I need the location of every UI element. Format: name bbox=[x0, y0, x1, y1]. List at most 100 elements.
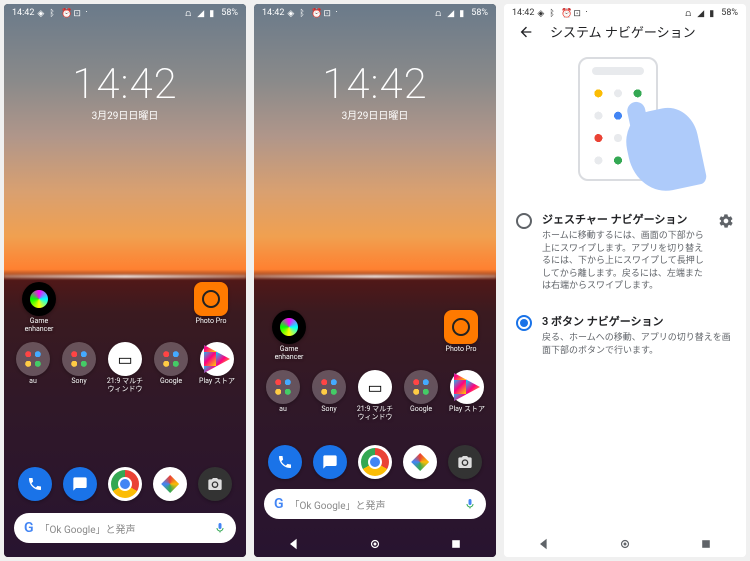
battery-pct: 58% bbox=[721, 8, 738, 18]
folder-icon bbox=[16, 342, 50, 376]
app-label: 21:9 マルチウィンドウ bbox=[354, 406, 396, 421]
phone-settings: 14:42 ◈ ᛒ ⏰ ⊡ · ⩍ ◢ ▮ 58% システム ナビゲーション bbox=[504, 4, 746, 557]
app-label: 21:9 マルチウィンドウ bbox=[104, 378, 146, 393]
photo-pro-icon bbox=[194, 282, 228, 316]
app-multiwindow[interactable]: ▭ 21:9 マルチウィンドウ bbox=[104, 342, 146, 393]
status-bar: 14:42 ◈ ᛒ ⏰ ⊡ · ⩍ ◢ ▮ 58% bbox=[4, 4, 246, 22]
dock bbox=[254, 445, 496, 479]
back-icon[interactable] bbox=[518, 24, 534, 40]
nav-back[interactable] bbox=[537, 536, 551, 550]
gear-icon[interactable] bbox=[718, 213, 734, 229]
clock-date: 3月29日日曜日 bbox=[254, 107, 496, 122]
app-play-store[interactable]: Play ストア bbox=[446, 370, 488, 421]
option-title: ジェスチャー ナビゲーション bbox=[542, 211, 708, 227]
app-multiwindow[interactable]: ▭21:9 マルチウィンドウ bbox=[354, 370, 396, 421]
play-icon bbox=[200, 342, 234, 376]
alarm-icon: ⏰ bbox=[561, 9, 570, 18]
folder-icon bbox=[266, 370, 300, 404]
vowifi-icon: ⩍ bbox=[435, 9, 444, 18]
multiwindow-icon: ▭ bbox=[108, 342, 142, 376]
illustration bbox=[550, 57, 700, 187]
status-time: 14:42 bbox=[12, 8, 34, 18]
option-desc: 戻る、ホームへの移動、アプリの切り替えを画面下部のボタンで行います。 bbox=[542, 332, 734, 357]
nav-home[interactable] bbox=[618, 536, 632, 550]
google-search-bar[interactable]: G 「Ok Google」と発声 bbox=[264, 489, 486, 519]
phone-home-3button: 14:42 ◈ ᛒ ⏰ ⊡ · ⩍ ◢ ▮ 58% 14:42 3月29日日曜日… bbox=[254, 4, 496, 557]
app-label: Sony bbox=[71, 378, 86, 386]
app-label: Photo Pro bbox=[446, 346, 477, 354]
dock-chrome[interactable] bbox=[108, 467, 142, 501]
folder-icon bbox=[62, 342, 96, 376]
folder-au[interactable]: au bbox=[262, 370, 304, 421]
nav-home[interactable] bbox=[368, 536, 382, 550]
radio-checked[interactable] bbox=[516, 315, 532, 331]
dock-photos[interactable] bbox=[403, 445, 437, 479]
nav-back[interactable] bbox=[287, 536, 301, 550]
app-label: Play ストア bbox=[199, 378, 235, 386]
google-logo: G bbox=[24, 520, 34, 536]
dock-camera[interactable] bbox=[198, 467, 232, 501]
status-time: 14:42 bbox=[512, 8, 534, 18]
nav-recent[interactable] bbox=[699, 536, 713, 550]
bluetooth-icon: ᛒ bbox=[299, 9, 308, 18]
app-photo-pro[interactable]: Photo Pro bbox=[190, 282, 232, 333]
option-title: 3 ボタン ナビゲーション bbox=[542, 313, 734, 329]
clock-time: 14:42 bbox=[4, 60, 246, 109]
radio-unchecked[interactable] bbox=[516, 213, 532, 229]
game-enhancer-icon bbox=[22, 282, 56, 316]
folder-icon bbox=[312, 370, 346, 404]
search-placeholder: 「Ok Google」と発声 bbox=[40, 521, 136, 536]
dock bbox=[4, 467, 246, 501]
status-bar: 14:42 ◈ ᛒ ⏰ ⊡ · ⩍ ◢ ▮ 58% bbox=[504, 4, 746, 22]
play-icon bbox=[450, 370, 484, 404]
battery-icon: ▮ bbox=[209, 9, 218, 18]
battery-pct: 58% bbox=[471, 8, 488, 18]
dock-messages[interactable] bbox=[63, 467, 97, 501]
folder-google[interactable]: Google bbox=[400, 370, 442, 421]
folder-icon bbox=[154, 342, 188, 376]
dock-phone[interactable] bbox=[268, 445, 302, 479]
alarm-icon: ⏰ bbox=[311, 9, 320, 18]
folder-au[interactable]: au bbox=[12, 342, 54, 393]
app-label: au bbox=[29, 378, 37, 386]
app-photo-pro[interactable]: Photo Pro bbox=[440, 310, 482, 361]
clock-widget[interactable]: 14:42 3月29日日曜日 bbox=[4, 60, 246, 122]
mic-icon[interactable] bbox=[464, 498, 476, 510]
page-title: システム ナビゲーション bbox=[550, 22, 696, 41]
box-icon: ⊡ bbox=[573, 9, 582, 18]
nfc-icon: ◈ bbox=[287, 9, 296, 18]
app-label: Google bbox=[410, 406, 432, 414]
dock-messages[interactable] bbox=[313, 445, 347, 479]
option-desc: ホームに移動するには、画面の下部から上にスワイプします。アプリを切り替えるには、… bbox=[542, 230, 708, 293]
folder-sony[interactable]: Sony bbox=[58, 342, 100, 393]
mic-icon[interactable] bbox=[214, 522, 226, 534]
option-gesture-nav[interactable]: ジェスチャー ナビゲーション ホームに移動するには、画面の下部から上にスワイプし… bbox=[504, 201, 746, 303]
app-game-enhancer[interactable]: Game enhancer bbox=[268, 310, 310, 361]
nav-recent[interactable] bbox=[449, 536, 463, 550]
dot-icon: · bbox=[335, 8, 337, 18]
dock-chrome[interactable] bbox=[358, 445, 392, 479]
status-bar: 14:42 ◈ ᛒ ⏰ ⊡ · ⩍ ◢ ▮ 58% bbox=[254, 4, 496, 22]
dock-phone[interactable] bbox=[18, 467, 52, 501]
app-game-enhancer[interactable]: Game enhancer bbox=[18, 282, 60, 333]
nav-bar bbox=[254, 529, 496, 557]
battery-icon: ▮ bbox=[709, 9, 718, 18]
google-search-bar[interactable]: G 「Ok Google」と発声 bbox=[14, 513, 236, 543]
option-3button-nav[interactable]: 3 ボタン ナビゲーション 戻る、ホームへの移動、アプリの切り替えを画面下部のボ… bbox=[504, 303, 746, 367]
dock-camera[interactable] bbox=[448, 445, 482, 479]
app-label: Google bbox=[160, 378, 182, 386]
vowifi-icon: ⩍ bbox=[685, 9, 694, 18]
app-label: au bbox=[279, 406, 287, 414]
box-icon: ⊡ bbox=[323, 9, 332, 18]
google-logo: G bbox=[274, 496, 284, 512]
folder-icon bbox=[404, 370, 438, 404]
dock-photos[interactable] bbox=[153, 467, 187, 501]
folder-google[interactable]: Google bbox=[150, 342, 192, 393]
signal-icon: ◢ bbox=[447, 9, 456, 18]
folder-sony[interactable]: Sony bbox=[308, 370, 350, 421]
app-play-store[interactable]: Play ストア bbox=[196, 342, 238, 393]
clock-widget[interactable]: 14:42 3月29日日曜日 bbox=[254, 60, 496, 122]
app-label: Game enhancer bbox=[268, 346, 310, 361]
box-icon: ⊡ bbox=[73, 9, 82, 18]
dot-icon: · bbox=[585, 8, 587, 18]
